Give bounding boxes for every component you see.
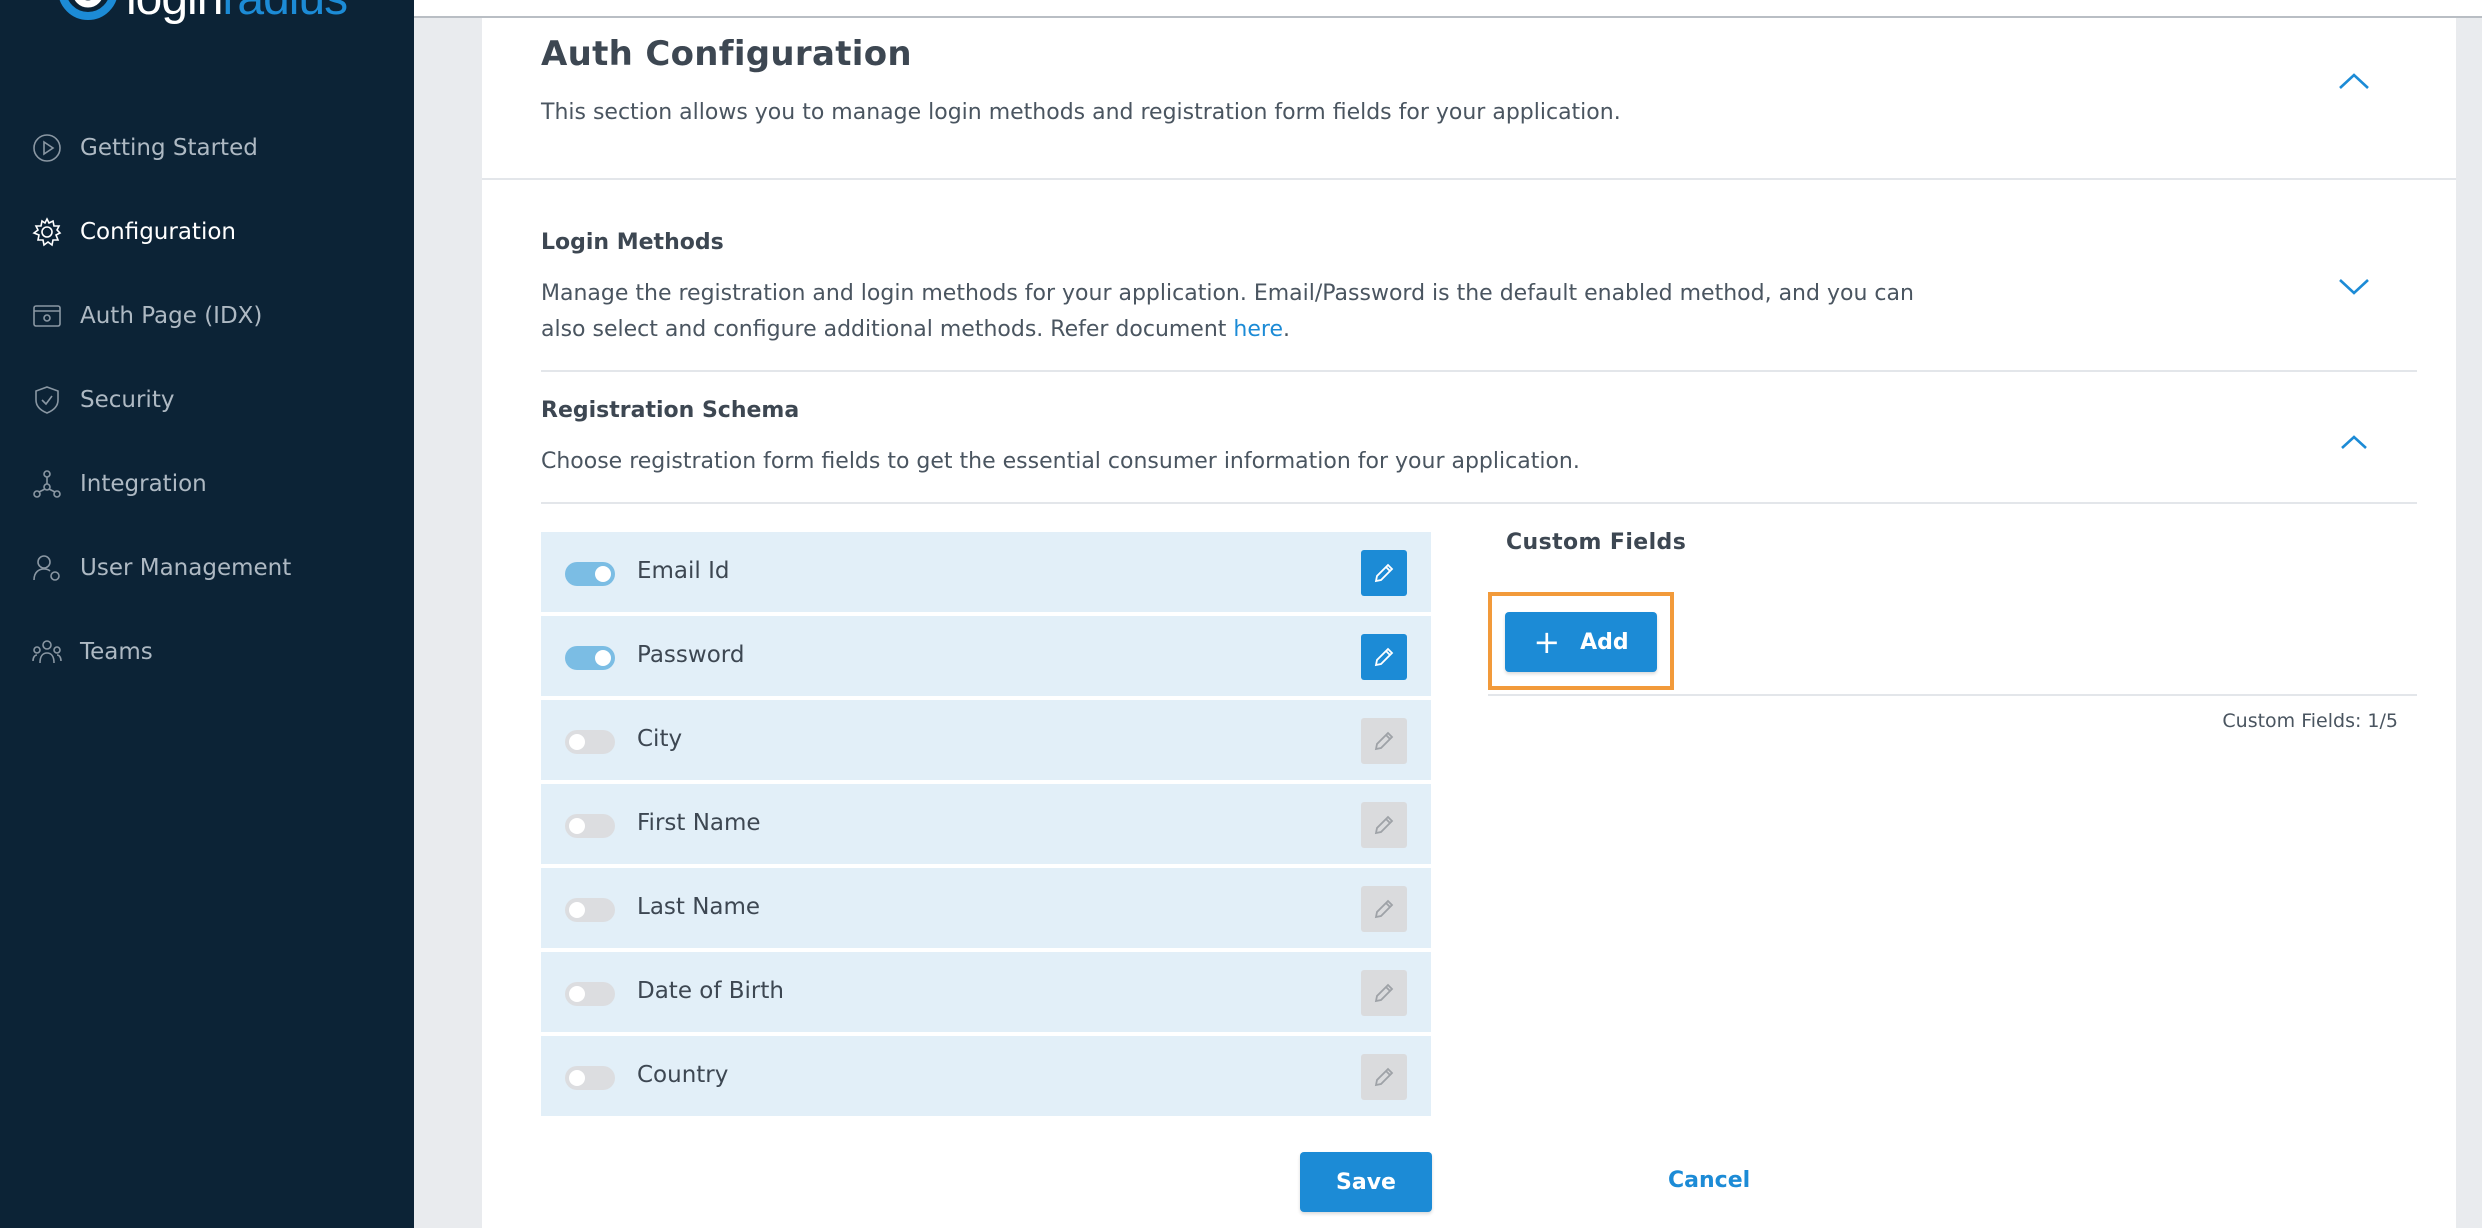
pencil-icon xyxy=(1374,815,1394,835)
page-subtitle: This section allows you to manage login … xyxy=(541,100,1621,125)
last-name-toggle[interactable] xyxy=(565,898,615,922)
sidebar-item-security[interactable]: Security xyxy=(0,358,414,442)
sidebar-item-teams[interactable]: Teams xyxy=(0,610,414,694)
pencil-icon xyxy=(1374,647,1394,667)
sidebar-item-configuration[interactable]: Configuration xyxy=(0,190,414,274)
teams-icon xyxy=(30,635,64,669)
first-name-toggle[interactable] xyxy=(565,814,615,838)
password-toggle[interactable] xyxy=(565,646,615,670)
sidebar-item-integration[interactable]: Integration xyxy=(0,442,414,526)
edit-email-id-button[interactable] xyxy=(1361,550,1407,596)
custom-fields-title: Custom Fields xyxy=(1506,530,1687,555)
sidebar-item-label: Integration xyxy=(80,471,207,497)
edit-password-button[interactable] xyxy=(1361,634,1407,680)
add-button-label: Add xyxy=(1580,629,1629,655)
logo-mark-icon xyxy=(56,0,120,26)
edit-last-name-button[interactable] xyxy=(1361,886,1407,932)
sidebar-item-label: Security xyxy=(80,387,175,413)
integration-icon xyxy=(30,467,64,501)
edit-country-button[interactable] xyxy=(1361,1054,1407,1100)
login-methods-desc: Manage the registration and login method… xyxy=(541,281,1914,342)
field-label: City xyxy=(637,726,683,752)
field-label: Password xyxy=(637,642,745,668)
edit-first-name-button[interactable] xyxy=(1361,802,1407,848)
sidebar-item-label: Getting Started xyxy=(80,135,258,161)
sidebar-item-label: Teams xyxy=(80,639,153,665)
field-row-email-id: Email Id xyxy=(541,532,1431,612)
sidebar: loginradius Getting Started Configuratio… xyxy=(0,0,414,1228)
custom-fields-divider xyxy=(1488,694,2417,696)
field-row-date-of-birth: Date of Birth xyxy=(541,952,1431,1032)
date-of-birth-toggle[interactable] xyxy=(565,982,615,1006)
gear-icon xyxy=(30,215,64,249)
chevron-up-icon xyxy=(2339,73,2369,89)
logo-text: loginradius xyxy=(126,0,348,26)
field-label: Email Id xyxy=(637,558,730,584)
field-label: Last Name xyxy=(637,894,761,920)
field-label: Date of Birth xyxy=(637,978,784,1004)
add-custom-field-button[interactable]: + Add xyxy=(1505,612,1657,672)
login-methods-doc-link[interactable]: here xyxy=(1233,317,1283,342)
save-button[interactable]: Save xyxy=(1300,1152,1432,1212)
chevron-down-icon xyxy=(2339,279,2369,295)
sidebar-nav: Getting Started Configuration Auth Page … xyxy=(0,106,414,694)
collapse-registration-schema-button[interactable] xyxy=(2334,422,2374,462)
shield-icon xyxy=(30,383,64,417)
pencil-icon xyxy=(1374,1067,1394,1087)
card-header: Auth Configuration This section allows y… xyxy=(482,18,2456,180)
custom-fields-count: Custom Fields: 1/5 xyxy=(2222,710,2398,732)
field-label: Country xyxy=(637,1062,729,1088)
section-divider xyxy=(541,370,2417,372)
loginradius-logo[interactable]: loginradius xyxy=(56,0,348,26)
login-methods-title: Login Methods xyxy=(541,230,724,255)
pencil-icon xyxy=(1374,983,1394,1003)
chevron-up-icon xyxy=(2341,435,2367,449)
top-bar xyxy=(414,0,2482,18)
country-toggle[interactable] xyxy=(565,1066,615,1090)
field-row-city: City xyxy=(541,700,1431,780)
field-row-first-name: First Name xyxy=(541,784,1431,864)
sidebar-item-user-management[interactable]: User Management xyxy=(0,526,414,610)
city-toggle[interactable] xyxy=(565,730,615,754)
page-title: Auth Configuration xyxy=(541,34,912,74)
pencil-icon xyxy=(1374,731,1394,751)
sidebar-item-label: Auth Page (IDX) xyxy=(80,303,263,329)
pencil-icon xyxy=(1374,563,1394,583)
section-divider xyxy=(541,502,2417,504)
field-label: First Name xyxy=(637,810,761,836)
sidebar-item-getting-started[interactable]: Getting Started xyxy=(0,106,414,190)
expand-login-methods-button[interactable] xyxy=(2334,266,2374,306)
field-row-last-name: Last Name xyxy=(541,868,1431,948)
auth-configuration-card: Auth Configuration This section allows y… xyxy=(482,18,2456,1228)
email-id-toggle[interactable] xyxy=(565,562,615,586)
sidebar-item-label: User Management xyxy=(80,555,292,581)
auth-page-icon xyxy=(30,299,64,333)
play-circle-icon xyxy=(30,131,64,165)
sidebar-item-label: Configuration xyxy=(80,219,236,245)
registration-schema-desc: Choose registration form fields to get t… xyxy=(541,449,1580,474)
edit-city-button[interactable] xyxy=(1361,718,1407,764)
sidebar-item-auth-page[interactable]: Auth Page (IDX) xyxy=(0,274,414,358)
collapse-auth-config-button[interactable] xyxy=(2334,62,2374,102)
edit-date-of-birth-button[interactable] xyxy=(1361,970,1407,1016)
plus-icon: + xyxy=(1533,623,1561,661)
pencil-icon xyxy=(1374,899,1394,919)
field-row-country: Country xyxy=(541,1036,1431,1116)
cancel-button[interactable]: Cancel xyxy=(1668,1168,1750,1193)
user-settings-icon xyxy=(30,551,64,585)
registration-schema-title: Registration Schema xyxy=(541,398,800,423)
registration-fields-list: Email Id Password City First Name Last N… xyxy=(541,532,1431,1120)
field-row-password: Password xyxy=(541,616,1431,696)
